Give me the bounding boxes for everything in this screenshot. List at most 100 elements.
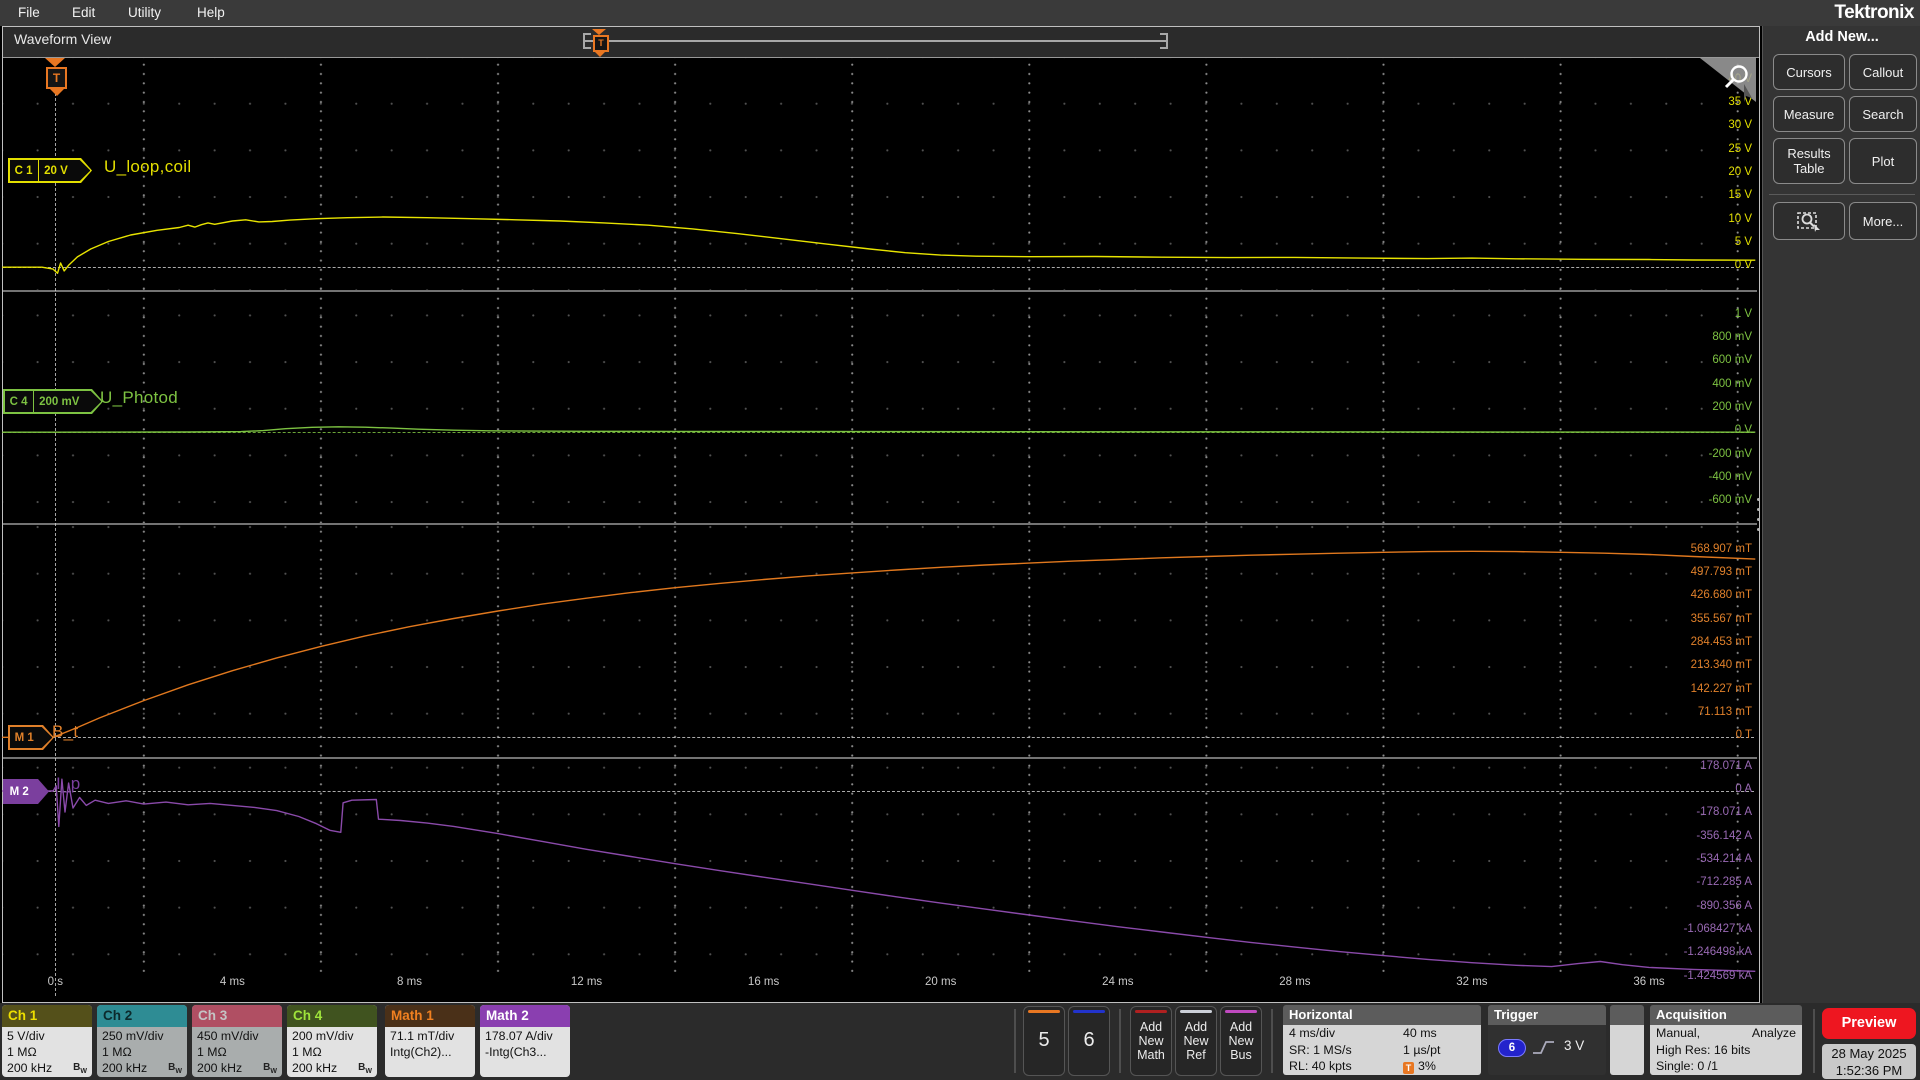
trigger-panel[interactable]: Trigger 6 3 V	[1488, 1005, 1606, 1075]
y-tick-c4: 400 mV	[1712, 377, 1752, 390]
sample-interval: 1 µs/pt	[1403, 1042, 1441, 1057]
results-table-button[interactable]: Results Table	[1773, 138, 1845, 184]
channel-card-header: Math 1	[385, 1005, 475, 1027]
y-tick-m2: -1.246498 kA	[1683, 946, 1752, 959]
panel-blank[interactable]	[1610, 1005, 1644, 1075]
badge-cell: M 2	[9, 785, 29, 798]
channel-badge-m1[interactable]: M 1	[8, 725, 54, 750]
datetime-display[interactable]: 28 May 2025 1:52:36 PM	[1822, 1044, 1916, 1079]
y-tick-c1: 0 V	[1734, 259, 1752, 272]
trace-label-m1[interactable]: B_t	[52, 722, 78, 742]
add-button-label: Add New Bus	[1228, 1020, 1254, 1062]
scroll-trigger-icon[interactable]: T	[593, 35, 609, 52]
graticule-slice-c1[interactable]	[3, 58, 1757, 290]
zoom-box-corner-icon[interactable]	[1700, 58, 1756, 102]
channel-card-row: 1 MΩ	[2, 1044, 92, 1060]
menu-item-file[interactable]: File	[18, 0, 40, 26]
search-button[interactable]: Search	[1849, 96, 1917, 132]
horizontal-panel[interactable]: Horizontal 4 ms/div 40 ms SR: 1 MS/s 1 µs/…	[1283, 1005, 1481, 1075]
add-new-panel: Add New... More... Cursors Callout Measure…	[1762, 26, 1920, 1003]
channel-card-ch-1[interactable]: Ch 1 5 V/div 1 MΩ 200 kHz BW	[2, 1005, 92, 1077]
slot-color-stripe	[1225, 1010, 1257, 1013]
channel-card-value: 200 kHz	[102, 1061, 148, 1075]
acquisition-panel-title: Acquisition	[1650, 1005, 1802, 1025]
channel-card-header: Ch 4	[287, 1005, 377, 1027]
acquisition-panel[interactable]: Acquisition Manual, Analyze High Res: 16 …	[1650, 1005, 1802, 1075]
channel-card-value: 1 MΩ	[197, 1045, 227, 1059]
trace-label-c4[interactable]: U_Photod	[100, 388, 178, 408]
y-tick-m1: 497.793 mT	[1690, 565, 1752, 578]
horizontal-panel-title: Horizontal	[1283, 1005, 1481, 1025]
badge-cell: M 1	[14, 731, 34, 744]
trigger-marker-arrow-icon[interactable]	[45, 58, 65, 67]
menu-item-help[interactable]: Help	[197, 0, 225, 26]
more-button[interactable]: More...	[1849, 202, 1917, 240]
channel-card-math-1[interactable]: Math 1 71.1 mT/div Intg(Ch2)...	[385, 1005, 475, 1077]
trace-label-m2[interactable]: I_p	[56, 774, 81, 794]
slice-separator[interactable]	[3, 290, 1757, 292]
horizontal-position-track[interactable]	[583, 40, 1168, 42]
measure-button[interactable]: Measure	[1773, 96, 1845, 132]
channel-card-row: 178.07 A/div	[480, 1028, 570, 1044]
x-tick: 32 ms	[1456, 976, 1488, 988]
y-tick-c1: 20 V	[1728, 165, 1752, 178]
channel-card-row: 5 V/div	[2, 1028, 92, 1044]
menu-item-utility[interactable]: Utility	[128, 0, 161, 26]
trigger-panel-title: Trigger	[1488, 1005, 1606, 1025]
x-tick: 28 ms	[1279, 976, 1311, 988]
channel-card-value: 1 MΩ	[102, 1045, 132, 1059]
channel-card-header: Ch 1	[2, 1005, 92, 1027]
callout-button[interactable]: Callout	[1849, 54, 1917, 90]
graticule-slice-c4[interactable]	[3, 292, 1757, 523]
channel-badge-c1[interactable]: C 1 20 V	[8, 158, 92, 183]
channel-card-math-2[interactable]: Math 2 178.07 A/div -Intg(Ch3...	[480, 1005, 570, 1077]
channel-card-value: 178.07 A/div	[485, 1029, 553, 1043]
channel-card-value: Intg(Ch2)...	[390, 1045, 452, 1059]
y-tick-m2: -712.285 A	[1696, 876, 1752, 889]
divider	[1813, 1009, 1815, 1073]
channel-badge-m2[interactable]: M 2	[3, 779, 49, 804]
slot-color-stripe	[1135, 1010, 1167, 1013]
y-tick-m2: -534.214 A	[1696, 853, 1752, 865]
record-view-left-bracket	[583, 33, 591, 35]
math-slot-button-5[interactable]: 5	[1023, 1006, 1065, 1076]
y-tick-c4: -200 mV	[1708, 447, 1752, 460]
box-zoom-button[interactable]	[1773, 202, 1845, 240]
x-tick: 20 ms	[925, 976, 957, 988]
y-tick-c1: 25 V	[1728, 142, 1752, 155]
acq-single: Single: 0 /1	[1656, 1059, 1718, 1074]
add-new-math-button[interactable]: Add New Math	[1130, 1006, 1172, 1076]
preview-button[interactable]: Preview	[1822, 1008, 1916, 1039]
slice-separator[interactable]	[3, 523, 1757, 525]
math-slot-button-6[interactable]: 6	[1068, 1006, 1110, 1076]
trigger-source-badge[interactable]: 6	[1498, 1039, 1526, 1057]
channel-card-ch-2[interactable]: Ch 2 250 mV/div 1 MΩ 200 kHz BW	[97, 1005, 187, 1077]
channel-card-ch-4[interactable]: Ch 4 200 mV/div 1 MΩ 200 kHz BW	[287, 1005, 377, 1077]
menu-bar: Tektronix File Edit Utility Help	[0, 0, 1920, 26]
horizontal-scale: 4 ms/div	[1289, 1026, 1336, 1040]
record-length: RL: 40 kpts	[1289, 1059, 1352, 1074]
y-tick-m2: 178.071 A	[1700, 759, 1752, 772]
trace-label-c1[interactable]: U_loop,coil	[104, 157, 191, 177]
channel-card-ch-3[interactable]: Ch 3 450 mV/div 1 MΩ 200 kHz BW	[192, 1005, 282, 1077]
channel-badge-c4[interactable]: C 4 200 mV	[3, 389, 103, 414]
plot-button[interactable]: Plot	[1849, 138, 1917, 184]
add-new-bus-button[interactable]: Add New Bus	[1220, 1006, 1262, 1076]
trigger-marker-icon[interactable]: T	[46, 67, 67, 89]
bandwidth-badge: BW	[263, 1062, 277, 1075]
date: 28 May 2025	[1831, 1046, 1907, 1061]
badge-cell: 200 mV	[39, 395, 80, 408]
menu-item-edit[interactable]: Edit	[72, 0, 95, 26]
graticule-slice-m1[interactable]	[3, 525, 1757, 757]
slice-separator[interactable]	[3, 757, 1757, 759]
add-new-ref-button[interactable]: Add New Ref	[1175, 1006, 1217, 1076]
panel-splitter-handle[interactable]	[1757, 498, 1760, 531]
cursors-button[interactable]: Cursors	[1773, 54, 1845, 90]
channel-card-row: 200 kHz BW	[97, 1060, 187, 1077]
channel-card-value: -Intg(Ch3...	[485, 1045, 547, 1059]
slot-color-stripe	[1073, 1010, 1105, 1013]
trigger-position-icon: T	[1403, 1062, 1414, 1075]
channel-card-value: 1 MΩ	[7, 1045, 37, 1059]
add-button-label: Add New Ref	[1183, 1020, 1209, 1062]
rising-edge-icon	[1533, 1041, 1554, 1054]
